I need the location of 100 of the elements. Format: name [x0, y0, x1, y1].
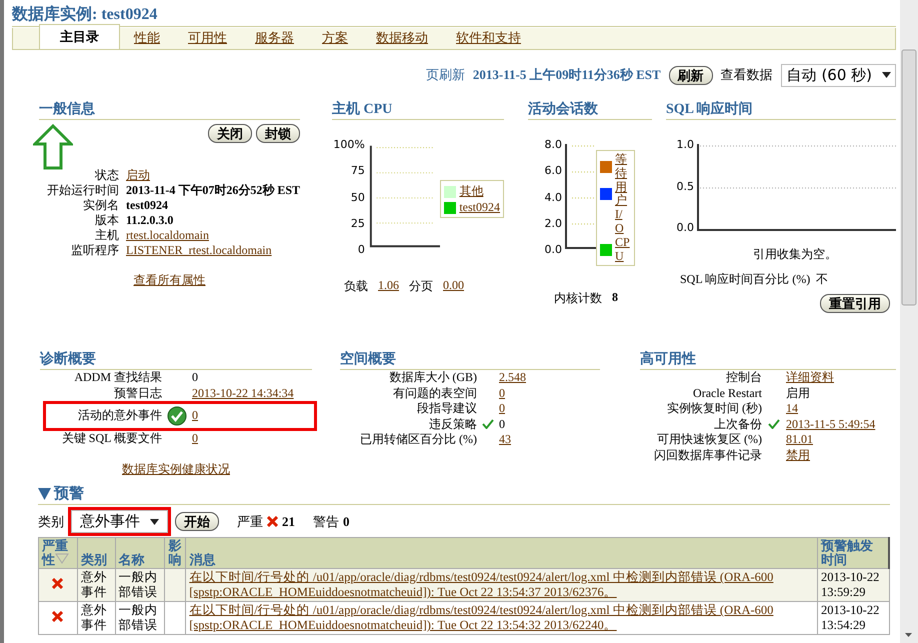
view-data-label: 查看数据 [720, 66, 773, 84]
axis-label: 1.0 [676, 138, 694, 151]
column-header[interactable]: 预警触发时间 [818, 538, 889, 568]
tab[interactable]: 服务器 [241, 26, 308, 49]
section-heading: SQL 响应时间 [666, 100, 896, 120]
axis-label: 0.0 [676, 221, 694, 234]
tab[interactable]: 软件和支持 [442, 26, 535, 49]
info-link[interactable]: rtest.localdomain [126, 228, 300, 243]
axis-label: 75 [350, 164, 365, 178]
table-cell: 一般内部错误 [115, 568, 165, 602]
summary-label: 控制台 [725, 370, 762, 386]
summary-link[interactable]: 81.01 [786, 432, 896, 448]
tab[interactable]: 可用性 [174, 26, 241, 49]
legend-link[interactable]: 其他 [459, 183, 484, 200]
summary-value: 0 [499, 416, 506, 432]
info-value: 11.2.0.3.0 [126, 213, 174, 228]
critical-label: 严重 [237, 512, 263, 530]
summary-label: 活动的意外事件 [77, 408, 162, 424]
category-select[interactable]: 意外事件 [71, 510, 168, 533]
view-data-select[interactable]: 自动 (60 秒) [780, 64, 896, 86]
critical-x-icon [267, 516, 278, 527]
axis-label: 4.0 [544, 190, 562, 204]
info-label: 实例名 [82, 198, 119, 213]
info-label: 开始运行时间 [46, 183, 119, 198]
tab[interactable]: 主目录 [39, 24, 120, 49]
tab[interactable]: 数据移动 [362, 26, 442, 49]
sort-triangle-icon [55, 553, 69, 564]
info-link[interactable]: 启动 [126, 168, 300, 183]
summary-link[interactable]: 2013-11-5 5:49:54 [786, 416, 896, 432]
summary-link[interactable]: 0 [499, 386, 600, 401]
summary-link[interactable]: 43 [499, 432, 600, 448]
axis-label: 0.5 [676, 180, 694, 192]
message-link[interactable]: 在以下时间/行号处的 /u01/app/oracle/diag/rdbms/test0924/test0924/alert/log.xml 中检测到内部错误 (ORA-600 [spstp:ORACLE_HOMEuiddoesnotmatcheuid]): Tue Oct 22 13:54:37 2013/62376。 [189, 570, 814, 600]
column-header[interactable]: 名称 [115, 538, 165, 568]
axis-label: 0.0 [544, 243, 562, 256]
info-label: 状态 [94, 168, 119, 183]
info-label: 版本 [94, 213, 119, 228]
summary-link[interactable]: 2013-10-22 14:34:34 [192, 386, 312, 401]
section-heading: 主机 CPU [332, 100, 504, 120]
summary-link[interactable]: 详细资料 [786, 370, 896, 386]
action-button[interactable]: 封锁 [256, 124, 300, 143]
go-button[interactable]: 开始 [175, 512, 219, 531]
axis-label: 0 [356, 243, 365, 256]
legend-link[interactable]: 等待 [615, 153, 631, 181]
summary-link[interactable]: 2.548 [499, 370, 600, 386]
table-cell: 2013-10-22 13:59:29 [818, 568, 889, 602]
reset-button[interactable]: 重置引用 [820, 294, 890, 313]
summary-label: 关键 SQL 概要文件 [60, 431, 162, 446]
action-button[interactable]: 关闭 [208, 124, 252, 143]
health-link[interactable]: 数据库实例健康状况 [122, 462, 230, 476]
axis-label: 6.0 [544, 164, 562, 178]
check-icon [768, 419, 780, 430]
column-header[interactable]: 影响 [164, 538, 186, 568]
info-value: 2013-11-4 下午07时26分52秒 EST [126, 183, 300, 198]
stat-label: 负载 [344, 278, 368, 295]
section-heading: 诊断概要 [40, 350, 312, 370]
stat-link[interactable]: 0.00 [443, 278, 464, 295]
up-arrow-icon [33, 124, 73, 170]
tab[interactable]: 性能 [120, 26, 174, 49]
section-heading: 高可用性 [640, 350, 896, 370]
legend-link[interactable]: I/O [615, 208, 631, 236]
empty-note: 引用收集为空。 [752, 246, 838, 263]
legend-link[interactable]: CPU [615, 236, 631, 264]
warning-label: 警告 [313, 512, 339, 530]
summary-link[interactable]: 0 [192, 408, 312, 424]
summary-link[interactable]: 0 [499, 401, 600, 416]
summary-link[interactable]: 0 [192, 431, 312, 446]
legend-link[interactable]: test0924 [459, 200, 500, 215]
collapse-triangle-icon[interactable] [38, 488, 51, 500]
section-heading: 预警 [54, 484, 84, 503]
tab[interactable]: 方案 [308, 26, 362, 49]
summary-label: 有问题的表空间 [392, 386, 477, 401]
legend-link[interactable]: 用户 [615, 180, 631, 208]
summary-link[interactable]: 14 [786, 401, 896, 416]
caret-icon [882, 72, 891, 78]
axis-label: 2.0 [544, 216, 562, 230]
warning-count: 0 [343, 514, 350, 530]
column-header[interactable]: 严重性 [38, 538, 78, 568]
axis-label: 100% [332, 138, 365, 151]
summary-link[interactable]: 禁用 [786, 448, 896, 463]
critical-x-icon [52, 578, 64, 588]
summary-label: 数据库大小 (GB) [388, 370, 477, 386]
section-heading: 空间概要 [340, 350, 600, 370]
category-label: 类别 [38, 512, 64, 530]
column-header[interactable]: 类别 [77, 538, 116, 568]
summary-label: 闪回数据库事件记录 [653, 448, 762, 463]
check-icon [482, 419, 494, 430]
info-label: 主机 [94, 228, 119, 243]
refresh-button[interactable]: 刷新 [668, 66, 713, 84]
info-label: 监听程序 [70, 243, 119, 258]
stat-link[interactable]: 1.06 [378, 278, 400, 295]
column-header[interactable]: 消息 [186, 538, 818, 568]
all-properties-link[interactable]: 查看所有属性 [134, 273, 206, 287]
summary-label: ADDM 查找结果 [73, 370, 162, 386]
info-link[interactable]: LISTENER_rtest.localdomain [126, 243, 300, 258]
message-link[interactable]: 在以下时间/行号处的 /u01/app/oracle/diag/rdbms/test0924/test0924/alert/log.xml 中检测到内部错误 (ORA-600 [spstp:ORACLE_HOMEuiddoesnotmatcheuid]): Tue Oct 22 13:54:32 2013/62240。 [189, 603, 814, 633]
refresh-label: 页刷新 [426, 66, 465, 84]
percent-value: 不 [816, 271, 828, 288]
info-value: test0924 [126, 198, 169, 213]
summary-label: 上次备份 [713, 416, 762, 432]
